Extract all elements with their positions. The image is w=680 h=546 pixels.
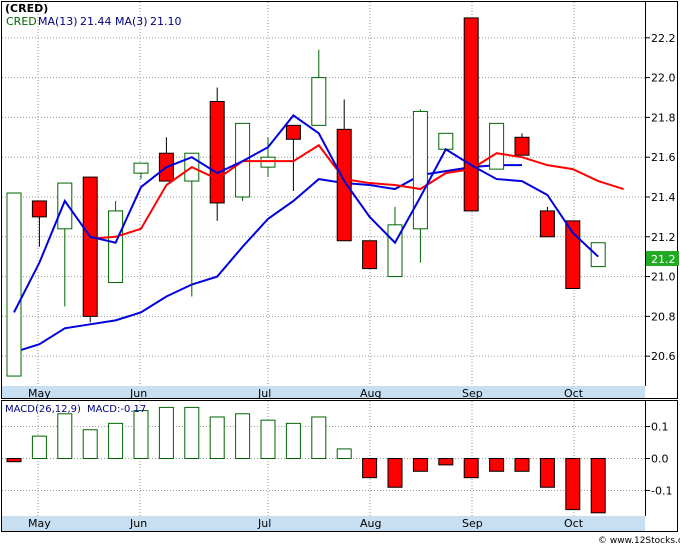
legend-ma13-label: MA(13) <box>38 15 78 28</box>
macd-x-label-Jun: Jun <box>129 517 147 530</box>
macd-bar <box>6 458 22 463</box>
candle-body <box>82 176 98 317</box>
price-x-label-May: May <box>28 387 51 400</box>
price-tick-label-21.4: 21.4 <box>651 191 676 204</box>
legend-ma3-label: MA(3) <box>115 15 148 28</box>
macd-bar <box>489 458 505 472</box>
legend-ma3-value: 21.10 <box>150 15 182 28</box>
macd-value-label: MACD:-0.17 <box>87 404 146 415</box>
candle-body <box>31 200 47 218</box>
candle-body <box>412 110 428 230</box>
macd-bar <box>184 406 200 459</box>
price-x-label-Sep: Sep <box>462 387 483 400</box>
macd-bar <box>336 448 352 459</box>
price-tick-label-21.2: 21.2 <box>651 231 676 244</box>
macd-bar <box>590 458 606 514</box>
price-x-axis-band <box>2 386 645 398</box>
candle-body <box>438 132 454 150</box>
legend-symbol: CRED <box>6 15 37 28</box>
watermark: © www.12Stocks.com <box>598 536 680 546</box>
macd-bar <box>387 458 403 488</box>
price-tick-label-21.0: 21.0 <box>651 271 676 284</box>
candle-body <box>336 128 352 242</box>
last-price-tag-text: 21.2 <box>651 253 676 266</box>
price-x-label-Aug: Aug <box>360 387 381 400</box>
candle-body <box>311 77 327 126</box>
macd-tick-label-0.1: 0.1 <box>651 421 669 434</box>
macd-x-label-Sep: Sep <box>462 517 483 530</box>
macd-bar <box>133 410 149 460</box>
candle-body <box>6 192 22 377</box>
candle-body <box>362 240 378 270</box>
macd-x-axis-band <box>2 516 645 531</box>
price-x-label-Jun: Jun <box>129 387 147 400</box>
candle-body <box>539 210 555 238</box>
macd-bar <box>362 458 378 479</box>
price-tick-label-21.6: 21.6 <box>651 151 676 164</box>
macd-bar <box>438 458 454 466</box>
macd-bar <box>158 406 174 459</box>
macd-bar <box>539 458 555 488</box>
price-tick-label-20.8: 20.8 <box>651 310 676 323</box>
macd-bar <box>209 416 225 460</box>
legend-ma13-value: 21.44 <box>80 15 112 28</box>
stock-chart: 20.6 20.8 21.0 21.2 21.4 21.6 21.8 22.0 22.2 May… <box>1 1 680 546</box>
candle-body <box>133 162 149 174</box>
candle-body <box>590 242 606 268</box>
macd-tick-label--0.1: -0.1 <box>651 484 672 497</box>
macd-x-label-Jul: Jul <box>257 517 271 530</box>
price-tick-label-20.6: 20.6 <box>651 350 676 363</box>
macd-bar <box>412 458 428 472</box>
chart-ticker: (CRED) <box>5 2 48 15</box>
macd-bar <box>565 458 581 511</box>
macd-bar <box>285 422 301 460</box>
price-tick-label-21.8: 21.8 <box>651 111 676 124</box>
macd-x-label-Aug: Aug <box>360 517 381 530</box>
candle-body <box>514 136 530 156</box>
price-x-label-Jul: Jul <box>257 387 271 400</box>
candle-body <box>108 210 124 284</box>
macd-bar <box>82 429 98 459</box>
macd-x-label-May: May <box>28 517 51 530</box>
macd-bar <box>108 422 124 460</box>
macd-bar <box>260 419 276 459</box>
candle-body <box>489 122 505 170</box>
price-tick-label-22.2: 22.2 <box>651 32 676 45</box>
price-x-label-Oct: Oct <box>564 387 584 400</box>
macd-tick-label-0.0: 0.0 <box>651 453 669 466</box>
candle-body <box>285 124 301 140</box>
macd-bar <box>514 458 530 472</box>
price-tick-label-22.0: 22.0 <box>651 72 676 85</box>
macd-bar <box>311 416 327 460</box>
candle-body <box>57 182 73 230</box>
macd-bar <box>463 458 479 479</box>
macd-x-label-Oct: Oct <box>564 517 584 530</box>
macd-bar <box>31 435 47 459</box>
macd-label: MACD(26,12,9) <box>5 404 81 415</box>
macd-bar <box>235 413 251 459</box>
candle-body <box>209 100 225 204</box>
candle-body <box>463 17 479 212</box>
macd-bar <box>57 413 73 459</box>
